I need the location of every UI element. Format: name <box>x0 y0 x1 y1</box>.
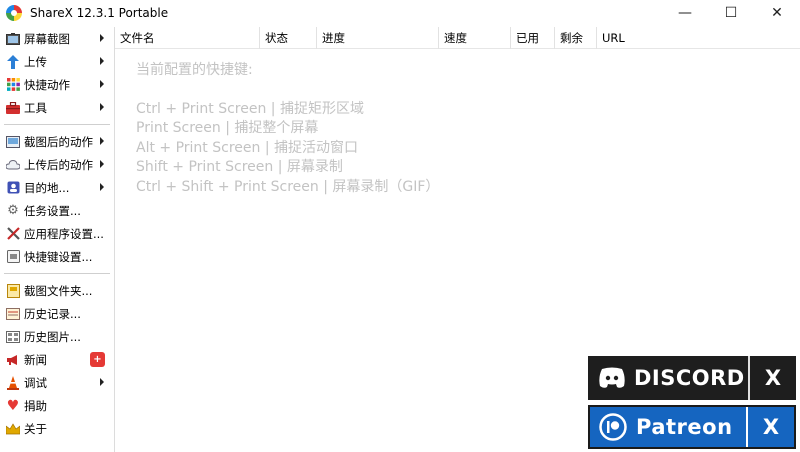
chevron-right-icon <box>100 34 104 42</box>
chevron-right-icon <box>100 57 104 65</box>
column-header-remaining[interactable]: 剩余 <box>555 27 597 49</box>
menu-quick-actions[interactable]: 快捷动作 <box>0 73 114 96</box>
gear-icon: ⚙ <box>7 202 19 218</box>
close-button[interactable]: ✕ <box>754 0 800 25</box>
patreon-logo-icon <box>599 413 627 441</box>
keyboard-icon <box>6 250 20 264</box>
patreon-banner[interactable]: Patreon X <box>588 405 796 449</box>
heart-icon: ♥ <box>6 397 20 414</box>
menu-after-capture-tasks[interactable]: 截图后的动作 <box>0 130 114 153</box>
menu-upload[interactable]: 上传 <box>0 50 114 73</box>
window-title: ShareX 12.3.1 Portable <box>30 5 169 20</box>
discord-banner[interactable]: DISCORD X <box>588 356 796 400</box>
after-upload-cloud-icon <box>6 158 20 172</box>
menu-screenshots-folder[interactable]: 截图文件夹... <box>0 279 114 302</box>
menu-application-settings[interactable]: 应用程序设置... <box>0 222 114 245</box>
patreon-label: Patreon <box>636 415 733 439</box>
minimize-button[interactable]: — <box>662 0 708 25</box>
column-header-speed[interactable]: 速度 <box>439 27 511 49</box>
main-menu-sidebar: 屏幕截图 上传 快捷动作 工具 截图后的动作 上传后的动作 目的地... ⚙ 任… <box>0 27 115 452</box>
chevron-right-icon <box>100 137 104 145</box>
destinations-icon <box>6 181 20 195</box>
chevron-right-icon <box>100 378 104 386</box>
menu-about[interactable]: 关于 <box>0 417 114 440</box>
patreon-banner-body: Patreon X <box>590 407 794 447</box>
column-header-url[interactable]: URL <box>597 27 657 49</box>
hotkey-hint-line: Ctrl + Print Screen | 捕捉矩形区域 <box>136 100 364 117</box>
news-badge: + <box>90 352 105 367</box>
hotkey-hints: 当前配置的快捷键: Ctrl + Print Screen | 捕捉矩形区域 P… <box>136 61 439 197</box>
menu-capture[interactable]: 屏幕截图 <box>0 27 114 50</box>
window-controls: — ☐ ✕ <box>662 0 800 25</box>
menu-news[interactable]: 新闻 + <box>0 348 114 371</box>
quick-actions-grid-icon <box>6 78 20 92</box>
after-capture-icon <box>6 135 20 149</box>
crown-icon <box>6 422 20 436</box>
menu-donate[interactable]: ♥ 捐助 <box>0 394 114 417</box>
hotkey-hint-line: Alt + Print Screen | 捕捉活动窗口 <box>136 139 358 156</box>
chevron-right-icon <box>100 80 104 88</box>
task-list-header: 文件名 状态 进度 速度 已用 剩余 URL <box>115 27 800 49</box>
menu-separator <box>4 124 110 125</box>
menu-image-history[interactable]: 历史图片... <box>0 325 114 348</box>
column-header-elapsed[interactable]: 已用 <box>511 27 555 49</box>
traffic-cone-icon <box>6 375 20 390</box>
menu-history[interactable]: 历史记录... <box>0 302 114 325</box>
hotkey-hint-line: Print Screen | 捕捉整个屏幕 <box>136 120 319 136</box>
column-header-filename[interactable]: 文件名 <box>115 27 260 49</box>
upload-arrow-icon <box>6 54 20 69</box>
history-icon <box>6 307 20 321</box>
menu-separator <box>4 273 110 274</box>
menu-debug[interactable]: 调试 <box>0 371 114 394</box>
chevron-right-icon <box>100 160 104 168</box>
chevron-right-icon <box>100 103 104 111</box>
title-bar: ShareX 12.3.1 Portable — ☐ ✕ <box>0 0 800 25</box>
chevron-right-icon <box>100 183 104 191</box>
menu-destinations[interactable]: 目的地... <box>0 176 114 199</box>
sharex-logo-icon <box>6 4 22 21</box>
tools-wrench-icon <box>6 227 20 241</box>
hotkey-hints-title: 当前配置的快捷键: <box>136 62 253 78</box>
discord-logo-icon <box>598 367 626 389</box>
menu-tools[interactable]: 工具 <box>0 96 114 119</box>
folder-icon <box>6 283 20 298</box>
hotkey-hint-line: Shift + Print Screen | 屏幕录制 <box>136 159 343 175</box>
image-history-icon <box>6 330 20 344</box>
column-header-status[interactable]: 状态 <box>260 27 317 49</box>
discord-banner-close-button[interactable]: X <box>748 356 796 400</box>
discord-label: DISCORD <box>634 366 745 390</box>
menu-after-upload-tasks[interactable]: 上传后的动作 <box>0 153 114 176</box>
menu-hotkey-settings[interactable]: 快捷键设置... <box>0 245 114 268</box>
patreon-banner-close-button[interactable]: X <box>746 407 794 447</box>
megaphone-icon <box>6 353 20 367</box>
capture-icon <box>6 32 20 46</box>
menu-task-settings[interactable]: ⚙ 任务设置... <box>0 199 114 222</box>
maximize-button[interactable]: ☐ <box>708 0 754 25</box>
toolbox-icon <box>6 101 20 115</box>
column-header-progress[interactable]: 进度 <box>317 27 439 49</box>
hotkey-hint-line: Ctrl + Shift + Print Screen | 屏幕录制（GIF） <box>136 178 440 195</box>
